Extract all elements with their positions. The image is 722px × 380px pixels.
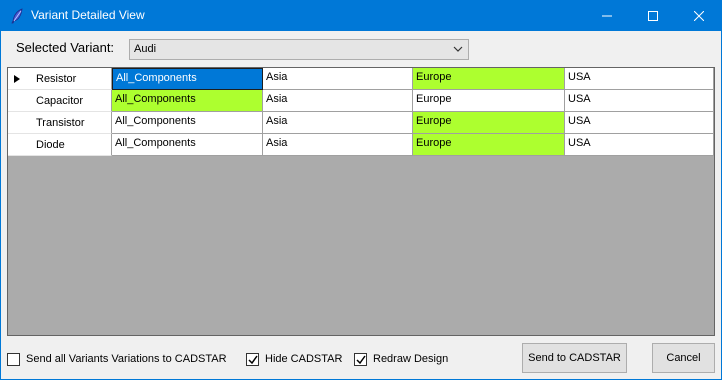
row-header[interactable]: Resistor — [8, 68, 112, 90]
dialog-body: Selected Variant: Audi Resistor All_Comp… — [1, 31, 721, 379]
cancel-button[interactable]: Cancel — [652, 343, 715, 373]
row-header-label: Transistor — [36, 117, 85, 129]
grid-cell[interactable]: USA — [565, 90, 714, 112]
window-title: Variant Detailed View — [31, 8, 145, 22]
grid-cell[interactable]: Europe — [413, 90, 565, 112]
send-to-cadstar-button[interactable]: Send to CADSTAR — [522, 343, 627, 373]
grid-cell[interactable]: Europe — [413, 112, 565, 134]
selected-variant-label: Selected Variant: — [16, 40, 115, 55]
table-row[interactable]: Resistor All_Components Asia Europe USA — [8, 68, 714, 90]
row-header-label: Capacitor — [36, 95, 84, 107]
send-all-variants-checkbox[interactable]: Send all Variants Variations to CADSTAR — [7, 352, 227, 366]
table-row[interactable]: Transistor All_Components Asia Europe US… — [8, 112, 714, 134]
grid-cell[interactable]: Asia — [263, 90, 413, 112]
current-row-indicator-icon — [14, 75, 20, 83]
grid-cell[interactable]: All_Components — [112, 68, 263, 90]
row-header-label: Resistor — [36, 73, 77, 85]
row-header[interactable]: Capacitor — [8, 90, 112, 112]
grid-cell[interactable]: Europe — [413, 68, 565, 90]
checkmark-icon — [356, 355, 366, 364]
grid-cell[interactable]: Asia — [263, 68, 413, 90]
minimize-icon — [602, 15, 612, 16]
checkbox-box[interactable] — [7, 352, 20, 366]
grid-cell[interactable]: Asia — [263, 134, 413, 156]
row-header[interactable]: Transistor — [8, 112, 112, 134]
redraw-design-label: Redraw Design — [373, 352, 449, 365]
minimize-button[interactable] — [584, 0, 630, 31]
table-row[interactable]: Capacitor All_Components Asia Europe USA — [8, 90, 714, 112]
title-bar[interactable]: Variant Detailed View — [0, 0, 722, 31]
grid-cell[interactable]: Asia — [263, 112, 413, 134]
grid-cell[interactable]: Europe — [413, 134, 565, 156]
chevron-down-icon — [453, 46, 463, 52]
app-feather-icon — [11, 8, 23, 24]
maximize-icon — [648, 10, 658, 21]
grid-cell[interactable]: All_Components — [112, 112, 263, 134]
selected-variant-dropdown[interactable]: Audi — [129, 39, 469, 60]
grid-cell[interactable]: All_Components — [112, 90, 263, 112]
checkbox-box[interactable] — [354, 352, 367, 366]
send-all-variants-label: Send all Variants Variations to CADSTAR — [26, 352, 227, 365]
row-header[interactable]: Diode — [8, 134, 112, 156]
maximize-button[interactable] — [630, 0, 676, 31]
checkbox-box[interactable] — [246, 352, 259, 366]
variant-detailed-view-window: Variant Detailed View Selected Variant: … — [0, 0, 722, 380]
variant-grid[interactable]: Resistor All_Components Asia Europe USA … — [7, 67, 715, 336]
grid-cell[interactable]: USA — [565, 68, 714, 90]
table-row[interactable]: Diode All_Components Asia Europe USA — [8, 134, 714, 156]
hide-cadstar-label: Hide CADSTAR — [265, 352, 343, 365]
checkmark-icon — [248, 355, 258, 364]
close-button[interactable] — [676, 0, 722, 31]
hide-cadstar-checkbox[interactable]: Hide CADSTAR — [246, 352, 342, 366]
grid-cell[interactable]: All_Components — [112, 134, 263, 156]
grid-cell[interactable]: USA — [565, 134, 714, 156]
selected-variant-value: Audi — [134, 43, 157, 55]
redraw-design-checkbox[interactable]: Redraw Design — [354, 352, 448, 366]
close-icon — [694, 10, 704, 21]
row-header-label: Diode — [36, 139, 65, 151]
grid-cell[interactable]: USA — [565, 112, 714, 134]
